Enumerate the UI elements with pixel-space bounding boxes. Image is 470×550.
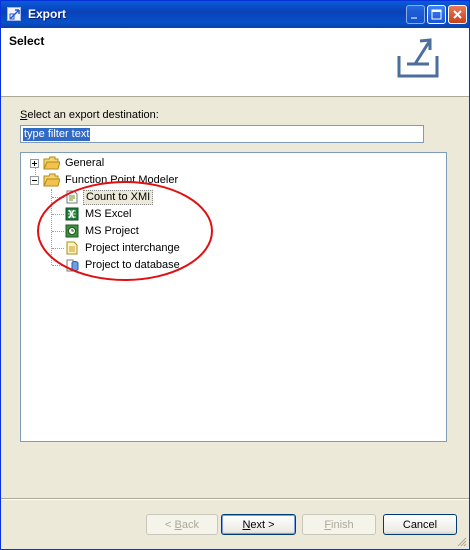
export-tray-arrow-icon xyxy=(397,38,439,78)
next-button-label: Next > xyxy=(242,519,275,531)
back-button[interactable]: < Back xyxy=(146,514,218,535)
finish-button[interactable]: Finish xyxy=(302,514,376,535)
maximize-icon xyxy=(431,9,442,20)
finish-button-label: Finish xyxy=(324,519,354,531)
filter-label-text: elect an export destination: xyxy=(27,109,159,121)
tree-item-general[interactable]: General xyxy=(21,155,321,171)
export-dialog: Export Select Select an export destinati… xyxy=(0,0,470,550)
finish-txt-mnemonic: F xyxy=(324,519,332,531)
cancel-button[interactable]: Cancel xyxy=(383,514,457,535)
resize-grip-icon[interactable] xyxy=(455,535,467,547)
export-wizard-icon xyxy=(7,7,21,21)
filter-label: Select an export destination: xyxy=(20,109,159,121)
red-annotation-ellipse xyxy=(37,181,213,281)
window-title: Export xyxy=(28,7,67,21)
back-button-label: < Back xyxy=(165,519,199,531)
maximize-button[interactable] xyxy=(427,5,446,24)
back-txt-mnemonic: B xyxy=(174,519,182,531)
tree-item-label: General xyxy=(65,157,105,169)
minimize-button[interactable] xyxy=(406,5,425,24)
minimize-icon xyxy=(411,17,417,19)
wizard-banner: Select xyxy=(1,28,469,97)
title-bar[interactable]: Export xyxy=(1,1,469,28)
close-icon xyxy=(453,10,462,19)
next-button[interactable]: Next > xyxy=(221,514,296,535)
filter-selected-text: type filter text xyxy=(23,128,91,141)
close-button[interactable] xyxy=(448,5,467,24)
folder-icon xyxy=(43,156,60,170)
button-separator xyxy=(1,498,469,500)
next-txt-mnemonic: N xyxy=(242,519,251,531)
expand-icon[interactable] xyxy=(30,159,39,168)
page-title: Select xyxy=(9,34,45,48)
